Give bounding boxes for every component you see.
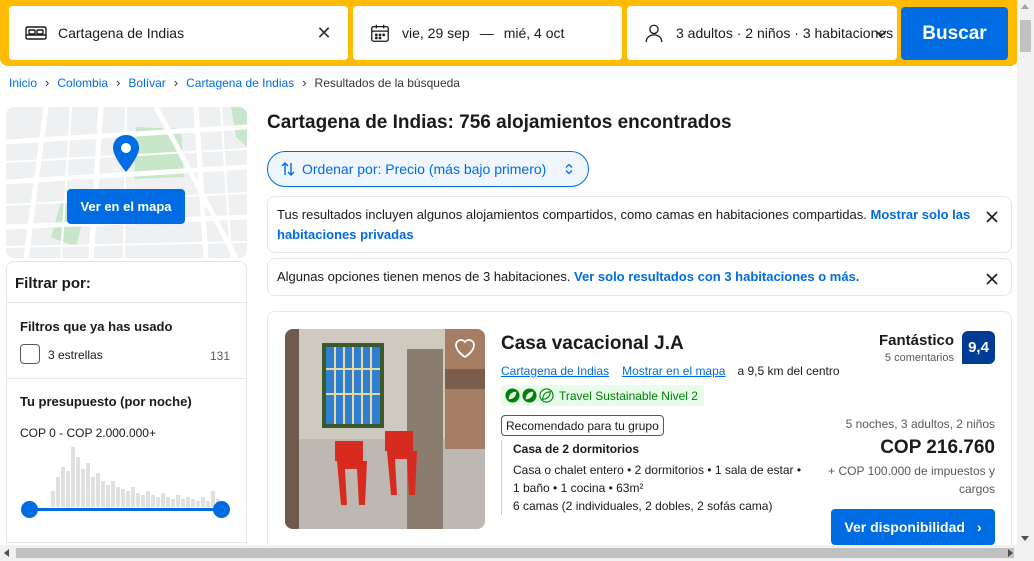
location-link[interactable]: Cartagena de Indias: [501, 364, 609, 378]
scroll-left-arrow[interactable]: [4, 549, 9, 557]
destination-value: Cartagena de Indias: [58, 25, 185, 41]
unit-line: 6 camas (2 individuales, 2 dobles, 2 sof…: [513, 499, 773, 513]
leaf-icon: [505, 388, 520, 403]
show-on-map-link[interactable]: Mostrar en el mapa: [622, 364, 725, 378]
filter-3-stars-count: 131: [209, 349, 230, 363]
close-icon[interactable]: [985, 272, 999, 286]
review-count[interactable]: 5 comentarios: [885, 352, 954, 364]
page: Cartagena de Indias ✕ vie, 29 sep — mié,…: [0, 0, 1034, 561]
notice-rooms: Algunas opciones tienen menos de 3 habit…: [267, 258, 1012, 296]
unit-line: Casa o chalet entero • 2 dormitorios • 1…: [513, 463, 802, 477]
divider: [7, 542, 246, 543]
sustainability-label: Travel Sustainable Nivel 2: [559, 388, 698, 403]
guests-field[interactable]: 3 adultos · 2 niños · 3 habitaciones: [627, 6, 897, 60]
filter-3-stars-label[interactable]: 3 estrellas: [48, 348, 103, 362]
notice-shared: Tus resultados incluyen algunos alojamie…: [267, 196, 1012, 253]
see-availability-label: Ver disponibilidad: [844, 519, 965, 535]
taxes-note: + COP 100.000 de impuestos y cargos: [828, 464, 995, 496]
budget-max-handle[interactable]: [213, 501, 230, 518]
map-preview[interactable]: Ver en el mapa: [6, 107, 247, 258]
price: COP 216.760: [880, 437, 995, 458]
scroll-right-arrow[interactable]: [1008, 549, 1013, 557]
property-photo-image: [285, 329, 485, 529]
calendar-icon: [368, 21, 392, 45]
breadcrumb-current: Resultados de la búsqueda: [314, 75, 460, 90]
sustainability-badge[interactable]: Travel Sustainable Nivel 2: [501, 385, 704, 406]
person-icon: [642, 21, 666, 45]
checkout-value: mié, 4 oct: [503, 25, 565, 41]
search-bar: Cartagena de Indias ✕ vie, 29 sep — mié,…: [0, 0, 1018, 66]
destination-field[interactable]: Cartagena de Indias ✕: [9, 6, 348, 60]
chevron-right-icon: ›: [45, 75, 50, 90]
property-location: Cartagena de Indias Mostrar en el mapa a…: [501, 364, 840, 378]
property-photo[interactable]: [285, 329, 485, 529]
budget-range: COP 0 - COP 2.000.000+: [20, 426, 156, 440]
budget-slider-track[interactable]: [29, 508, 221, 511]
leaf-outline-icon: [539, 388, 554, 403]
property-name[interactable]: Casa vacacional J.A: [501, 333, 684, 355]
three-rooms-link[interactable]: Ver solo resultados con 3 habitaciones o…: [574, 269, 859, 284]
filter-3-stars-checkbox[interactable]: [20, 344, 40, 364]
chevron-right-icon: ›: [976, 519, 982, 535]
distance-text: a 9,5 km del centro: [737, 364, 840, 378]
unit-line: 1 baño • 1 cocina • 63m²: [513, 481, 644, 495]
close-icon[interactable]: [985, 210, 999, 224]
property-card: Casa vacacional J.A Cartagena de Indias …: [267, 311, 1012, 561]
scroll-thumb[interactable]: [16, 548, 1014, 558]
chevron-right-icon: ›: [302, 75, 307, 90]
vertical-scrollbar[interactable]: [1017, 0, 1034, 545]
budget-min-handle[interactable]: [21, 501, 38, 518]
dates-field[interactable]: vie, 29 sep — mié, 4 oct: [353, 6, 622, 60]
breadcrumb-country[interactable]: Colombia: [57, 76, 108, 90]
rating-word: Fantástico: [878, 332, 954, 349]
view-map-button[interactable]: Ver en el mapa: [67, 189, 185, 224]
scroll-thumb[interactable]: [1020, 20, 1031, 52]
guests-value: 3 adultos · 2 niños · 3 habitaciones: [676, 25, 894, 41]
unit-title: Casa de 2 dormitorios: [513, 442, 640, 456]
stay-summary: 5 noches, 3 adultos, 2 niños: [845, 417, 995, 431]
see-availability-button[interactable]: Ver disponibilidad ›: [831, 509, 995, 545]
heart-icon[interactable]: [453, 337, 477, 359]
map-streets: [6, 107, 247, 258]
chevron-right-icon: ›: [116, 75, 121, 90]
date-separator: —: [479, 25, 494, 41]
chevron-right-icon: ›: [173, 75, 179, 90]
breadcrumb: Inicio › Colombia › Bolívar › Cartagena …: [9, 75, 460, 90]
bed-icon: [24, 21, 48, 45]
recommended-badge: Recomendado para tu grupo: [501, 415, 664, 436]
breadcrumb-region[interactable]: Bolívar: [128, 76, 165, 90]
scroll-down-arrow[interactable]: [1021, 536, 1029, 541]
sort-arrows-icon: [281, 162, 295, 176]
search-button[interactable]: Buscar: [901, 7, 1008, 60]
scroll-up-arrow[interactable]: [1021, 4, 1029, 9]
divider: [7, 378, 246, 379]
notice-rooms-text: Algunas opciones tienen menos de 3 habit…: [277, 269, 575, 284]
horizontal-scrollbar[interactable]: [0, 545, 1034, 561]
chevron-down-icon: [873, 25, 889, 41]
map-pin-icon: [113, 135, 139, 172]
price-histogram: [51, 447, 220, 507]
filter-title: Filtrar por:: [15, 275, 91, 292]
chevron-updown-icon: [565, 163, 573, 175]
divider: [7, 302, 246, 303]
clear-icon[interactable]: ✕: [314, 23, 334, 43]
checkin-value: vie, 29 sep: [402, 25, 470, 41]
sort-label: Ordenar por: Precio (más bajo primero): [302, 161, 547, 177]
results-title: Cartagena de Indias: 756 alojamientos en…: [267, 112, 732, 133]
sort-dropdown[interactable]: Ordenar por: Precio (más bajo primero): [267, 151, 589, 187]
review-score-badge[interactable]: 9,4: [962, 331, 995, 364]
leaf-icon: [522, 388, 537, 403]
budget-heading: Tu presupuesto (por noche): [20, 394, 192, 409]
used-filters-heading: Filtros que ya has usado: [20, 319, 173, 334]
breadcrumb-home[interactable]: Inicio: [9, 76, 37, 90]
notice-shared-text: Tus resultados incluyen algunos alojamie…: [277, 207, 871, 222]
breadcrumb-city[interactable]: Cartagena de Indias: [186, 76, 294, 90]
unit-details: Casa de 2 dormitorios Casa o chalet ente…: [501, 440, 811, 515]
filter-panel: Filtrar por: Filtros que ya has usado 3 …: [6, 261, 247, 561]
